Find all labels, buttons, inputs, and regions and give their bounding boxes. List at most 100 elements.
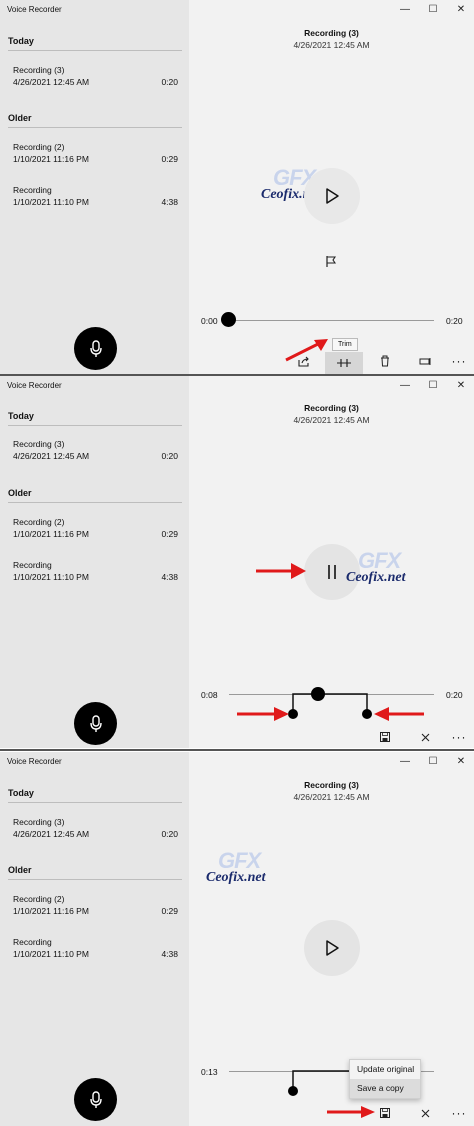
recording-duration: 0:29 — [161, 529, 178, 539]
arrow-icon — [256, 563, 306, 579]
more-options-button[interactable]: ··· — [450, 352, 468, 370]
screenshot-panel-2: Voice Recorder Today Recording (3) 4/26/… — [0, 376, 474, 748]
divider — [8, 879, 182, 880]
watermark-logo: GFX Ceofix.net — [200, 848, 286, 898]
time-elapsed: 0:08 — [201, 690, 218, 700]
group-header-today: Today — [8, 36, 34, 46]
divider — [8, 802, 182, 803]
current-recording-title: Recording (3) — [304, 403, 359, 413]
delete-button[interactable] — [376, 352, 394, 370]
current-recording-date: 4/26/2021 12:45 AM — [293, 792, 370, 802]
save-menu: Update original Save a copy — [349, 1059, 421, 1099]
cancel-trim-button[interactable] — [416, 728, 434, 746]
recording-name: Recording (2) — [13, 894, 65, 904]
save-copy-option[interactable]: Save a copy — [350, 1079, 420, 1098]
recording-duration: 0:29 — [161, 906, 178, 916]
recording-date: 4/26/2021 12:45 AM — [13, 829, 90, 839]
minimize-button[interactable]: — — [398, 4, 412, 16]
save-icon — [380, 732, 390, 742]
maximize-button[interactable]: ☐ — [426, 380, 440, 392]
play-icon — [326, 188, 339, 204]
watermark-logo: GFX Ceofix.net — [340, 548, 426, 598]
seek-thumb[interactable] — [221, 312, 236, 327]
close-button[interactable]: ✕ — [454, 756, 468, 768]
recording-date: 1/10/2021 11:10 PM — [13, 949, 89, 959]
save-button[interactable] — [376, 728, 394, 746]
recording-item[interactable]: Recording (3) 4/26/2021 12:45 AM 0:20 — [0, 812, 189, 852]
recording-name: Recording (3) — [13, 439, 65, 449]
trim-tooltip: Trim — [332, 338, 358, 351]
recording-duration: 0:20 — [161, 451, 178, 461]
pause-icon — [328, 565, 336, 579]
group-header-older: Older — [8, 488, 32, 498]
trim-icon — [337, 359, 351, 367]
recording-duration: 0:20 — [161, 77, 178, 87]
save-button[interactable] — [376, 1104, 394, 1122]
cancel-trim-button[interactable] — [416, 1104, 434, 1122]
recording-item[interactable]: Recording 1/10/2021 11:10 PM 4:38 — [0, 932, 189, 972]
more-options-button[interactable]: ··· — [450, 728, 468, 746]
recording-item[interactable]: Recording (3) 4/26/2021 12:45 AM 0:20 — [0, 434, 189, 474]
minimize-button[interactable]: — — [398, 380, 412, 392]
delete-icon — [381, 355, 389, 367]
trim-start-handle[interactable] — [288, 1086, 298, 1096]
time-elapsed: 0:13 — [201, 1067, 218, 1077]
group-header-older: Older — [8, 113, 32, 123]
update-original-option[interactable]: Update original — [350, 1060, 420, 1079]
recording-date: 1/10/2021 11:16 PM — [13, 529, 89, 539]
time-total: 0:20 — [446, 690, 463, 700]
recordings-sidebar: Voice Recorder Today Recording (3) 4/26/… — [0, 376, 189, 748]
recording-date: 1/10/2021 11:10 PM — [13, 197, 89, 207]
recording-name: Recording — [13, 937, 52, 947]
more-options-button[interactable]: ··· — [450, 1104, 468, 1122]
app-title: Voice Recorder — [7, 381, 62, 390]
record-button[interactable] — [74, 1078, 117, 1121]
recording-item[interactable]: Recording 1/10/2021 11:10 PM 4:38 — [0, 555, 189, 595]
seek-thumb[interactable] — [311, 687, 325, 701]
play-button[interactable] — [304, 920, 360, 976]
recording-item[interactable]: Recording 1/10/2021 11:10 PM 4:38 — [0, 180, 189, 220]
trim-button[interactable] — [325, 352, 363, 374]
recording-duration: 4:38 — [161, 949, 178, 959]
divider — [8, 502, 182, 503]
arrow-icon — [374, 707, 424, 721]
screenshot-panel-1: Voice Recorder Today Recording (3) 4/26/… — [0, 0, 474, 374]
minimize-button[interactable]: — — [398, 756, 412, 768]
arrow-icon — [285, 339, 328, 362]
recording-item[interactable]: Recording (3) 4/26/2021 12:45 AM 0:20 — [0, 60, 189, 100]
recording-duration: 4:38 — [161, 572, 178, 582]
rename-icon — [419, 357, 430, 365]
time-elapsed: 0:00 — [201, 316, 218, 326]
flag-icon — [326, 255, 337, 267]
recording-date: 4/26/2021 12:45 AM — [13, 77, 90, 87]
more-icon: ··· — [451, 354, 467, 368]
current-recording-date: 4/26/2021 12:45 AM — [293, 40, 370, 50]
arrow-icon — [237, 707, 289, 721]
record-button[interactable] — [74, 702, 117, 745]
recording-duration: 4:38 — [161, 197, 178, 207]
seek-track[interactable] — [229, 320, 434, 321]
current-recording-title: Recording (3) — [304, 780, 359, 790]
mic-icon — [89, 714, 102, 732]
divider — [8, 425, 182, 426]
group-header-today: Today — [8, 788, 34, 798]
close-button[interactable]: ✕ — [454, 380, 468, 392]
current-recording-title: Recording (3) — [304, 28, 359, 38]
play-button[interactable] — [304, 168, 360, 224]
recording-date: 4/26/2021 12:45 AM — [13, 451, 90, 461]
recording-item[interactable]: Recording (2) 1/10/2021 11:16 PM 0:29 — [0, 137, 189, 177]
maximize-button[interactable]: ☐ — [426, 756, 440, 768]
play-icon — [326, 940, 339, 956]
recording-duration: 0:20 — [161, 829, 178, 839]
trim-end-handle[interactable] — [362, 709, 372, 719]
recording-item[interactable]: Recording (2) 1/10/2021 11:16 PM 0:29 — [0, 512, 189, 552]
close-button[interactable]: ✕ — [454, 4, 468, 16]
record-button[interactable] — [74, 327, 117, 370]
recording-item[interactable]: Recording (2) 1/10/2021 11:16 PM 0:29 — [0, 889, 189, 929]
group-header-older: Older — [8, 865, 32, 875]
rename-button[interactable] — [416, 352, 434, 370]
add-marker-button[interactable] — [323, 253, 339, 269]
maximize-button[interactable]: ☐ — [426, 4, 440, 16]
recording-duration: 0:29 — [161, 154, 178, 164]
recording-name: Recording — [13, 560, 52, 570]
